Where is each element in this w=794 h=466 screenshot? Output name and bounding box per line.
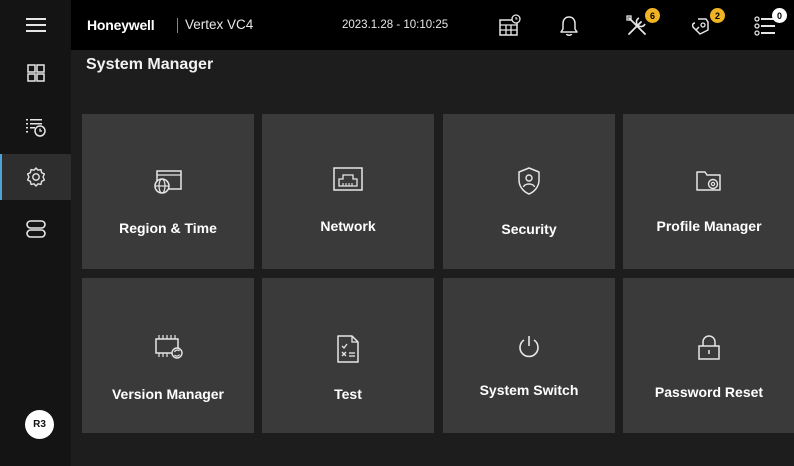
tile-profile-manager[interactable]: Profile Manager — [623, 114, 794, 269]
menu-icon — [25, 18, 46, 32]
tile-label: Test — [334, 386, 362, 402]
shield-user-icon — [518, 167, 540, 195]
history-list-icon — [25, 119, 46, 137]
menu-button[interactable] — [0, 2, 71, 48]
schedule-button[interactable] — [495, 11, 525, 41]
network-port-icon — [333, 167, 363, 191]
settings-icon — [26, 167, 45, 187]
dashboard-icon — [26, 64, 45, 82]
test-sheet-icon — [337, 335, 359, 363]
maintenance-button[interactable]: 2 — [687, 8, 725, 41]
bell-icon — [560, 16, 578, 36]
tile-label: Version Manager — [111, 386, 225, 402]
sidebar-item-dashboard[interactable] — [0, 50, 71, 96]
app-window: R3 Honeywell Vertex VC4 2023.1.28 - 10:1… — [0, 0, 794, 466]
event-list-button[interactable]: 0 — [750, 8, 787, 41]
sidebar-item-storage[interactable] — [0, 206, 71, 252]
folder-gear-icon — [696, 171, 721, 191]
tile-network[interactable]: Network — [262, 114, 434, 269]
calendar-clock-icon — [499, 14, 521, 36]
globe-window-icon — [154, 170, 182, 194]
tile-label: Network — [320, 218, 376, 234]
tile-system-switch[interactable]: System Switch — [443, 278, 615, 433]
tile-password-reset[interactable]: Password Reset — [623, 278, 794, 433]
lock-icon — [698, 335, 720, 360]
list-count-badge: 0 — [772, 8, 787, 23]
storage-icon — [25, 220, 46, 238]
date-time: 2023.1.28 - 10:10:25 — [342, 19, 449, 31]
maintenance-count-badge: 2 — [710, 8, 725, 23]
tile-label: Password Reset — [654, 384, 764, 400]
tile-label: Profile Manager — [656, 218, 762, 234]
tile-test[interactable]: Test — [262, 278, 434, 433]
tools-count-badge: 6 — [645, 8, 660, 23]
tile-label: Region & Time — [119, 220, 217, 236]
sidebar-item-settings[interactable] — [0, 154, 71, 200]
power-icon — [519, 336, 539, 358]
user-avatar[interactable]: R3 — [25, 410, 54, 439]
brand-divider — [177, 18, 178, 33]
brand-logo: Honeywell — [87, 17, 155, 33]
tile-security[interactable]: Security — [443, 114, 615, 269]
notifications-button[interactable] — [554, 11, 584, 41]
tile-label: System Switch — [479, 382, 579, 398]
tile-label: Security — [501, 221, 557, 237]
tile-version-manager[interactable]: Version Manager — [82, 278, 254, 433]
top-header: Honeywell Vertex VC4 2023.1.28 - 10:10:2… — [71, 0, 794, 50]
page-title: System Manager — [86, 56, 214, 73]
sidebar-item-history[interactable] — [0, 104, 71, 150]
chip-refresh-icon — [155, 335, 183, 359]
tools-button[interactable]: 6 — [622, 8, 660, 41]
tile-region-time[interactable]: Region & Time — [82, 114, 254, 269]
product-name: Vertex VC4 — [185, 17, 254, 32]
side-navigation: R3 — [0, 0, 71, 466]
